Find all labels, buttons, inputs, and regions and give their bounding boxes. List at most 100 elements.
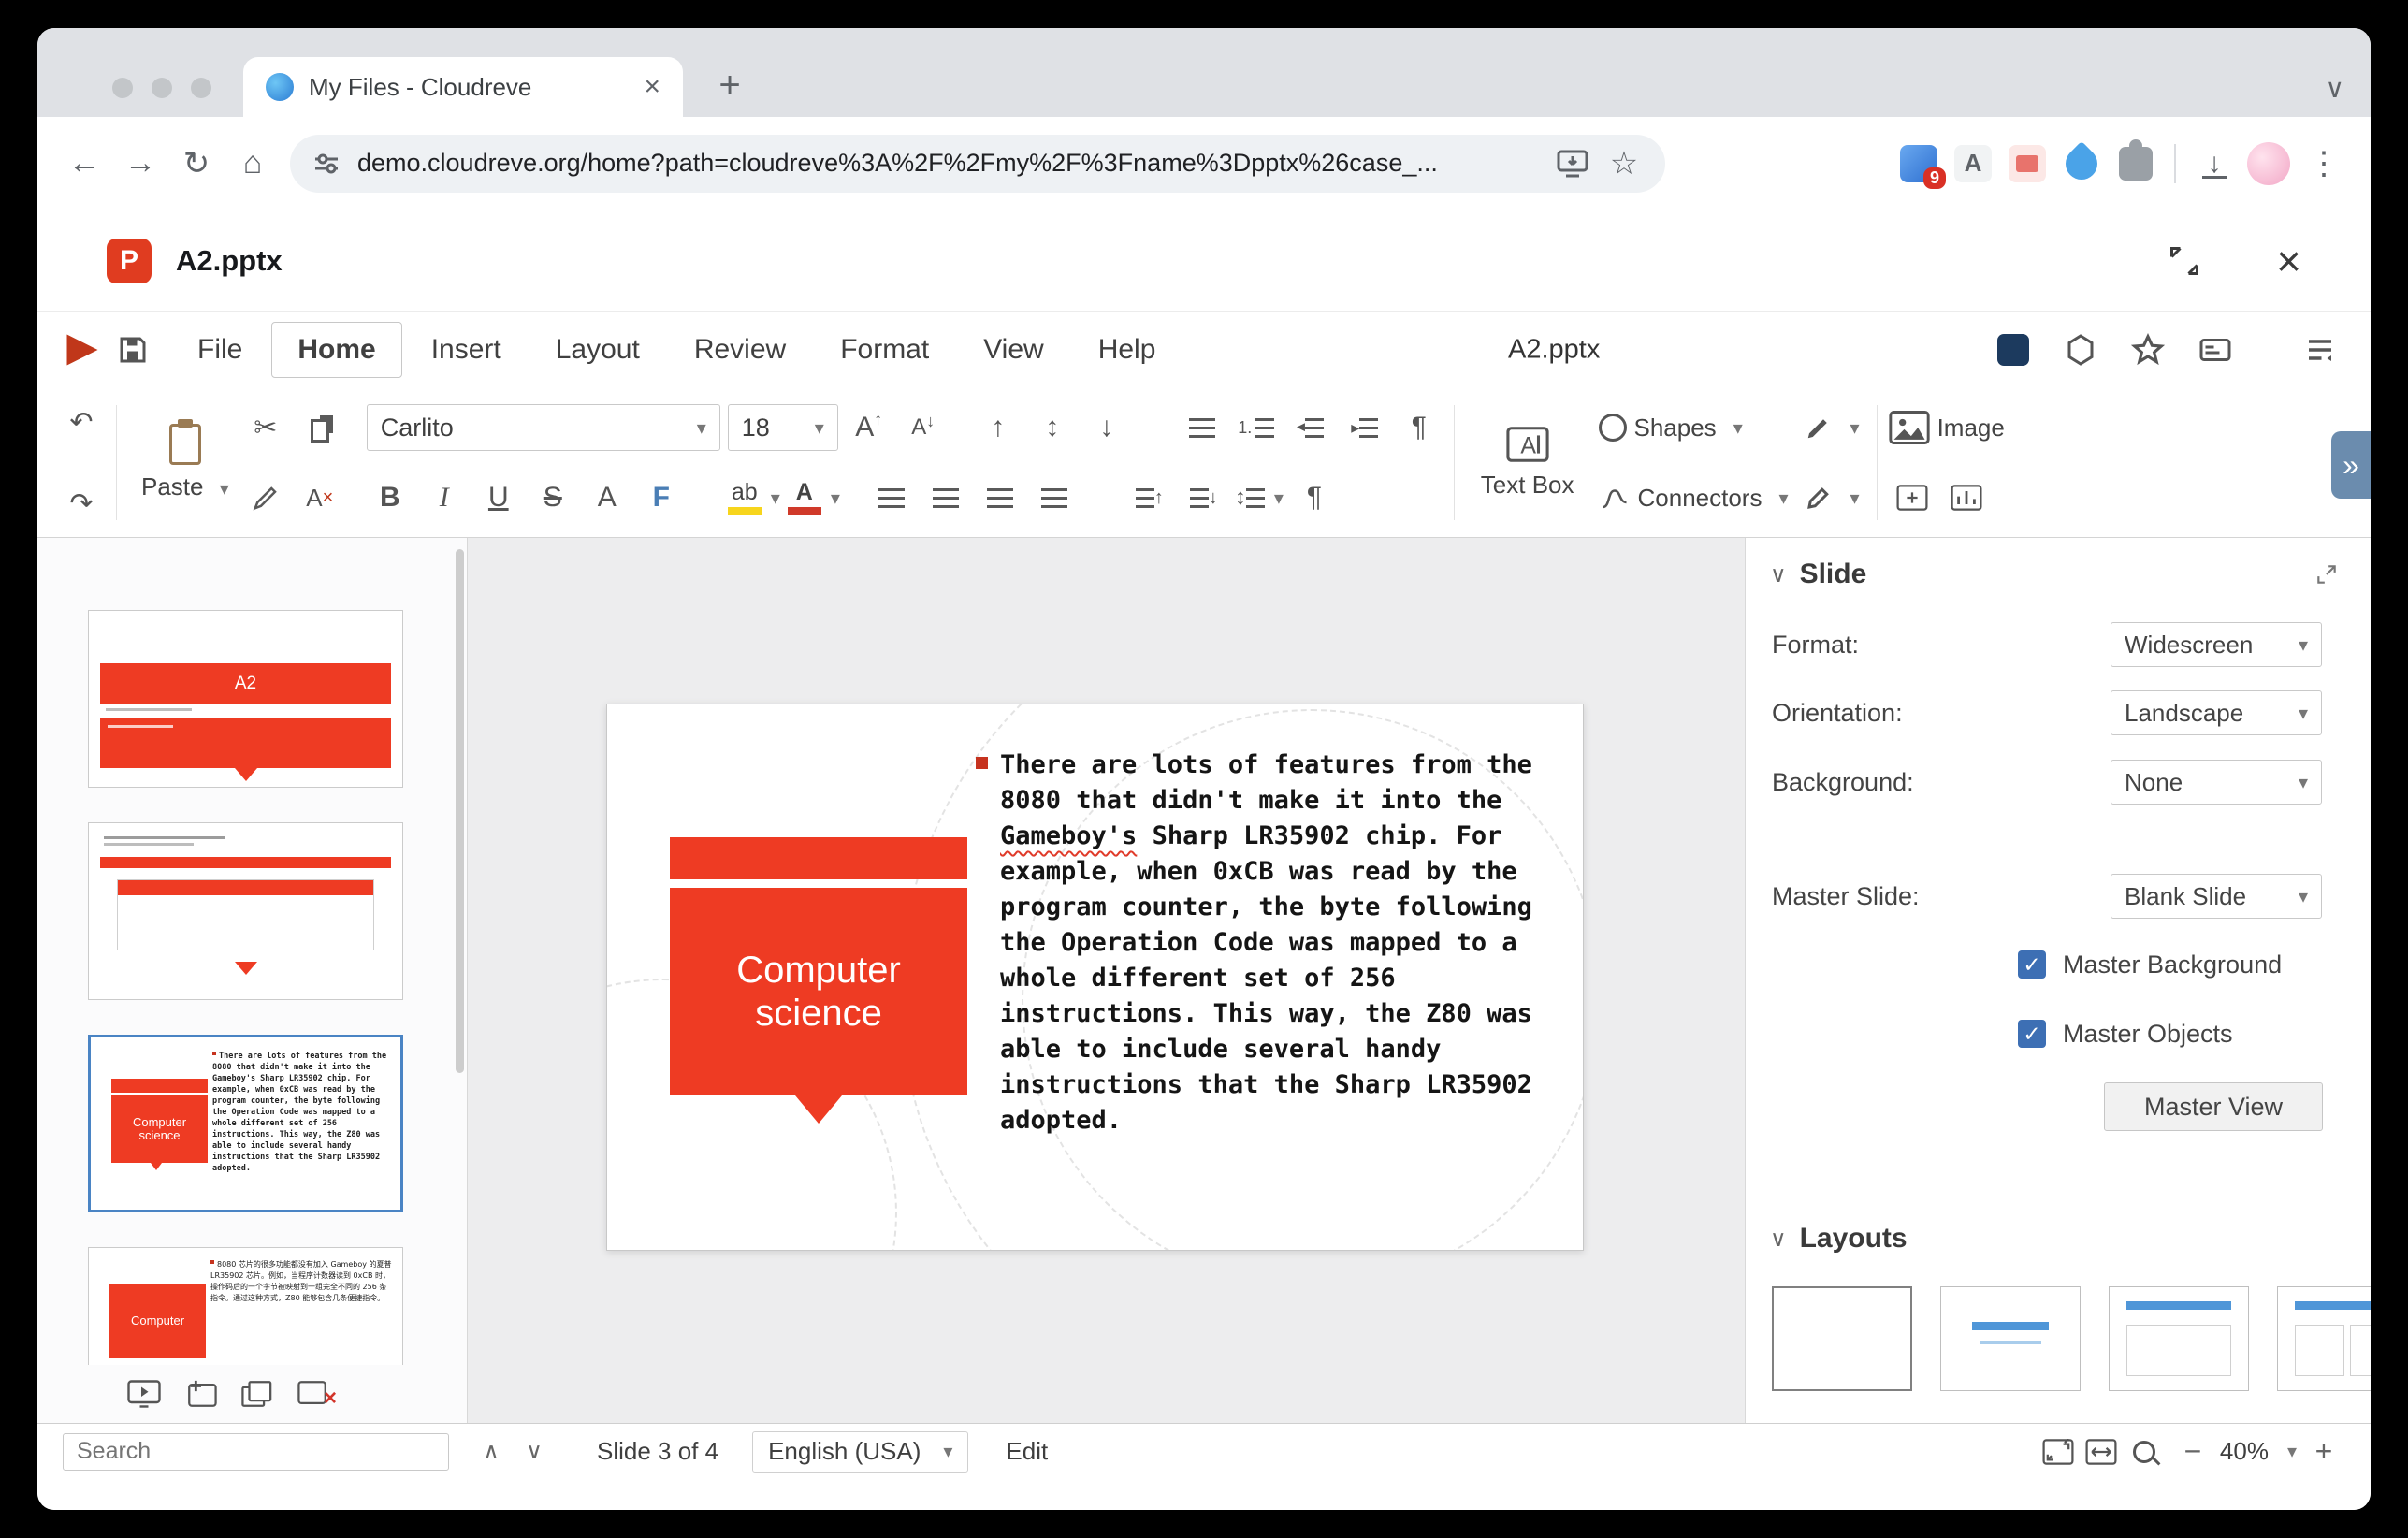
format-painter-icon[interactable] bbox=[242, 473, 289, 522]
layouts-section-header[interactable]: ∨ Layouts bbox=[1770, 1223, 1908, 1255]
fullscreen-icon[interactable] bbox=[2168, 244, 2201, 278]
move-up-icon[interactable]: ↑ bbox=[1126, 473, 1173, 522]
font-size-select[interactable]: 18▾ bbox=[728, 404, 838, 451]
minimize-window-button[interactable] bbox=[152, 78, 172, 98]
url-text[interactable]: demo.cloudreve.org/home?path=cloudreve%3… bbox=[357, 149, 1540, 178]
connectors-button[interactable]: Connectors▾ bbox=[1599, 468, 1789, 528]
justify-icon[interactable] bbox=[1031, 473, 1078, 522]
master-view-button[interactable]: Master View bbox=[2104, 1082, 2323, 1131]
master-objects-checkbox-row[interactable]: ✓ Master Objects bbox=[2018, 1017, 2233, 1051]
shrink-font-icon[interactable]: A↓ bbox=[900, 403, 947, 452]
bullet-list-icon[interactable] bbox=[1179, 403, 1226, 452]
cut-icon[interactable]: ✂ bbox=[242, 403, 289, 452]
favorites-star-icon[interactable] bbox=[2127, 329, 2169, 370]
find-next-icon[interactable]: ∨ bbox=[513, 1433, 556, 1471]
background-select[interactable]: None▾ bbox=[2111, 760, 2322, 805]
fit-width-icon[interactable] bbox=[2080, 1433, 2123, 1471]
menu-view[interactable]: View bbox=[958, 323, 1068, 377]
master-background-checkbox-row[interactable]: ✓ Master Background bbox=[2018, 948, 2282, 981]
font-name-select[interactable]: Carlito▾ bbox=[367, 404, 720, 451]
align-middle-icon[interactable]: ↕ bbox=[1029, 403, 1076, 452]
current-slide[interactable]: Computer science There are lots of featu… bbox=[606, 704, 1584, 1251]
extension-droplet-icon[interactable] bbox=[2056, 138, 2107, 189]
menu-format[interactable]: Format bbox=[815, 323, 954, 377]
tab-close-icon[interactable]: × bbox=[644, 73, 660, 101]
decrease-indent-icon[interactable]: ▸ bbox=[1287, 403, 1334, 452]
slide-title-ribbon-top[interactable] bbox=[670, 837, 967, 879]
zoom-level-select[interactable]: 40%▾ bbox=[2220, 1437, 2297, 1466]
address-bar[interactable]: demo.cloudreve.org/home?path=cloudreve%3… bbox=[290, 135, 1665, 193]
slide-title-ribbon[interactable]: Computer science bbox=[670, 888, 967, 1095]
back-icon[interactable]: ← bbox=[58, 138, 110, 190]
slide-body-text[interactable]: There are lots of features from the 8080… bbox=[976, 747, 1537, 1139]
superscript-icon[interactable]: A bbox=[584, 473, 631, 522]
extensions-puzzle-icon[interactable] bbox=[2111, 138, 2161, 189]
thumbnails-scrollbar[interactable] bbox=[456, 549, 464, 1073]
clear-format-icon[interactable]: A× bbox=[297, 473, 343, 522]
zoom-tool-icon[interactable] bbox=[2123, 1433, 2166, 1471]
layout-option-blank[interactable] bbox=[1772, 1286, 1912, 1391]
increase-indent-icon[interactable]: ▸ bbox=[1342, 403, 1388, 452]
browser-menu-icon[interactable]: ⋮ bbox=[2298, 138, 2350, 190]
language-select[interactable]: English (USA)▾ bbox=[752, 1431, 968, 1473]
grow-font-icon[interactable]: A↑ bbox=[846, 403, 892, 452]
italic-icon[interactable]: I bbox=[421, 473, 468, 522]
copy-icon[interactable] bbox=[297, 403, 343, 452]
align-center-icon[interactable] bbox=[922, 473, 969, 522]
tab-search-icon[interactable]: ∨ bbox=[2326, 73, 2345, 104]
format-select[interactable]: Widescreen▾ bbox=[2111, 622, 2322, 667]
print-icon[interactable] bbox=[1993, 329, 2034, 370]
zoom-in-icon[interactable]: + bbox=[2302, 1433, 2345, 1471]
image-button[interactable]: Image bbox=[1889, 398, 2005, 457]
extension-a-icon[interactable]: A bbox=[1948, 138, 1998, 189]
layout-option-two-content[interactable] bbox=[2277, 1286, 2371, 1391]
underline-icon[interactable]: U bbox=[475, 473, 522, 522]
align-bottom-icon[interactable]: ↓ bbox=[1083, 403, 1130, 452]
bold-icon[interactable]: B bbox=[367, 473, 413, 522]
find-previous-icon[interactable]: ∧ bbox=[470, 1433, 513, 1471]
extension-tv-icon[interactable] bbox=[2002, 138, 2053, 189]
close-preview-icon[interactable]: × bbox=[2276, 239, 2301, 283]
home-icon[interactable]: ⌂ bbox=[226, 138, 279, 190]
duplicate-slide-icon[interactable] bbox=[241, 1380, 273, 1408]
highlighter-tool-button[interactable]: ▾ bbox=[1804, 468, 1860, 528]
install-app-icon[interactable] bbox=[1557, 149, 1588, 179]
profile-avatar[interactable] bbox=[2243, 138, 2294, 189]
redo-icon[interactable]: ↷ bbox=[58, 479, 105, 528]
slide-section-header[interactable]: ∨ Slide bbox=[1770, 559, 1866, 590]
checkbox-checked-icon[interactable]: ✓ bbox=[2018, 950, 2046, 979]
delete-slide-icon[interactable]: × bbox=[297, 1380, 329, 1408]
align-left-icon[interactable] bbox=[868, 473, 915, 522]
text-box-button[interactable]: A Text Box bbox=[1466, 398, 1589, 528]
downloads-icon[interactable]: ↓ bbox=[2189, 138, 2240, 189]
shapes-button[interactable]: Shapes▾ bbox=[1599, 398, 1789, 457]
slide-thumbnail-4[interactable]: Computer 8080 芯片的很多功能都没有加入 Gameboy 的夏普 L… bbox=[88, 1247, 403, 1365]
orientation-select[interactable]: Landscape▾ bbox=[2111, 690, 2322, 735]
strikethrough-icon[interactable]: S bbox=[529, 473, 576, 522]
insert-slide-icon[interactable] bbox=[1889, 473, 1936, 522]
font-effects-icon[interactable]: F bbox=[638, 473, 685, 522]
slide-thumbnail-3-selected[interactable]: Computer science There are lots of featu… bbox=[88, 1035, 403, 1212]
numbered-list-icon[interactable]: 1. bbox=[1233, 403, 1280, 452]
layout-option-title-content[interactable] bbox=[2109, 1286, 2249, 1391]
master-slide-select[interactable]: Blank Slide▾ bbox=[2111, 874, 2322, 919]
show-paragraph-marks-icon[interactable]: ¶ bbox=[1291, 473, 1338, 522]
paste-button[interactable]: Paste ▾ bbox=[128, 398, 242, 528]
close-window-button[interactable] bbox=[112, 78, 133, 98]
reload-icon[interactable]: ↻ bbox=[170, 138, 223, 190]
font-color-icon[interactable]: A ▾ bbox=[788, 473, 840, 522]
menu-insert[interactable]: Insert bbox=[406, 323, 527, 377]
site-settings-icon[interactable] bbox=[312, 150, 341, 178]
add-slide-icon[interactable] bbox=[185, 1380, 217, 1408]
start-slideshow-icon[interactable] bbox=[127, 1380, 161, 1408]
bookmark-star-icon[interactable]: ☆ bbox=[1605, 145, 1643, 182]
align-top-icon[interactable]: ↑ bbox=[975, 403, 1022, 452]
checkbox-checked-icon[interactable]: ✓ bbox=[2018, 1020, 2046, 1048]
menu-help[interactable]: Help bbox=[1073, 323, 1182, 377]
line-spacing-icon[interactable]: ↕▾ bbox=[1235, 473, 1284, 522]
layout-option-title[interactable] bbox=[1940, 1286, 2081, 1391]
align-right-icon[interactable] bbox=[977, 473, 1023, 522]
forward-icon[interactable]: → bbox=[114, 138, 167, 190]
fit-slide-icon[interactable] bbox=[2037, 1433, 2080, 1471]
save-icon[interactable] bbox=[112, 329, 153, 370]
